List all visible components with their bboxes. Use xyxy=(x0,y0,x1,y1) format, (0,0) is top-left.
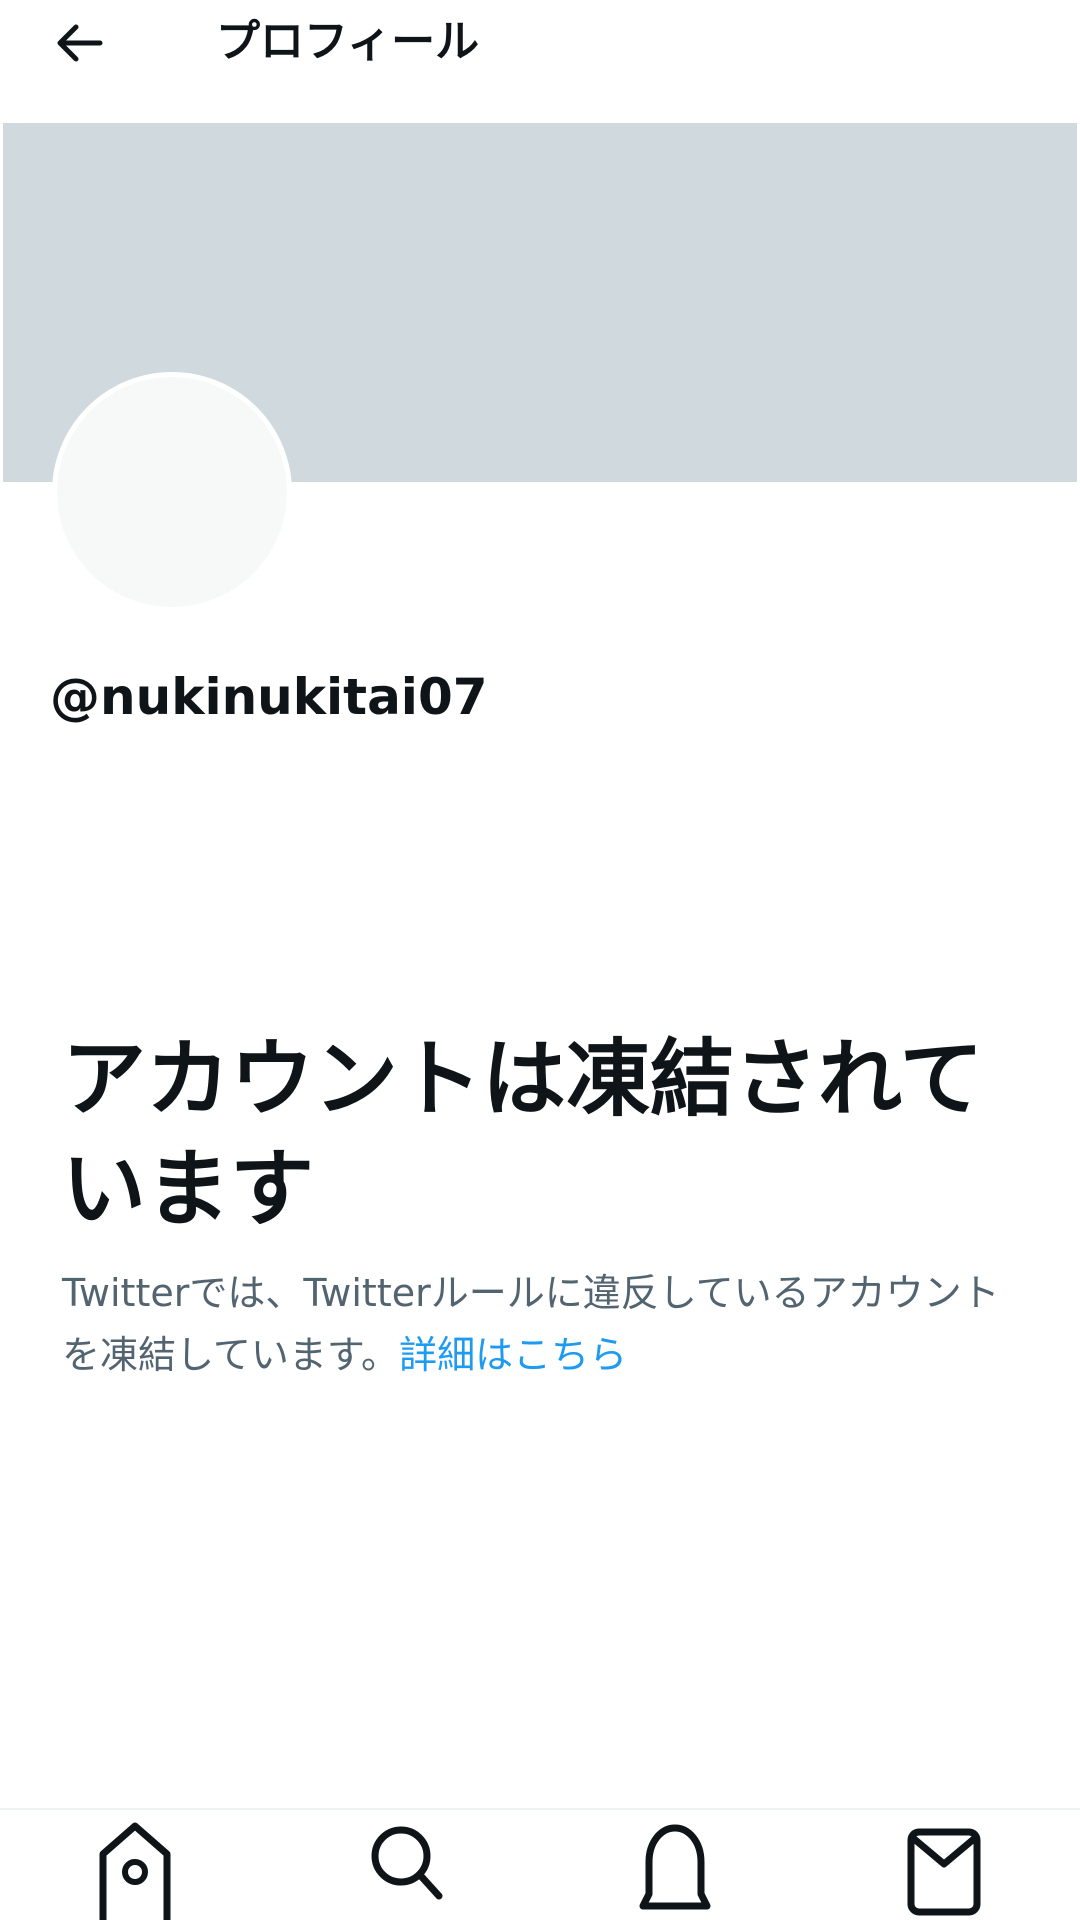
profile-handle: @nukinukitai07 xyxy=(50,668,488,726)
mail-icon xyxy=(907,1828,981,1916)
home-icon xyxy=(99,1822,171,1920)
back-button[interactable] xyxy=(44,14,114,72)
learn-more-link[interactable]: 詳細はこちら xyxy=(399,1333,627,1377)
top-app-bar: プロフィール xyxy=(0,0,1080,123)
nav-notifications[interactable] xyxy=(615,1816,735,1920)
search-icon xyxy=(371,1826,443,1900)
page-title: プロフィール xyxy=(216,16,480,67)
nav-search[interactable] xyxy=(345,1816,465,1920)
nav-messages[interactable] xyxy=(885,1816,1005,1920)
profile-page: プロフィール @nukinukitai07 アカウントは凍結されています Twi… xyxy=(0,0,1080,1920)
suspended-description: Twitterでは、Twitterルールに違反しているアカウントを凍結しています… xyxy=(62,1262,1022,1386)
avatar xyxy=(52,372,292,612)
bell-icon xyxy=(639,1824,711,1910)
nav-home[interactable] xyxy=(75,1816,195,1920)
bottom-navigation xyxy=(0,1808,1080,1920)
arrow-left-icon xyxy=(57,24,103,62)
suspended-heading: アカウントは凍結されています xyxy=(62,1030,984,1238)
